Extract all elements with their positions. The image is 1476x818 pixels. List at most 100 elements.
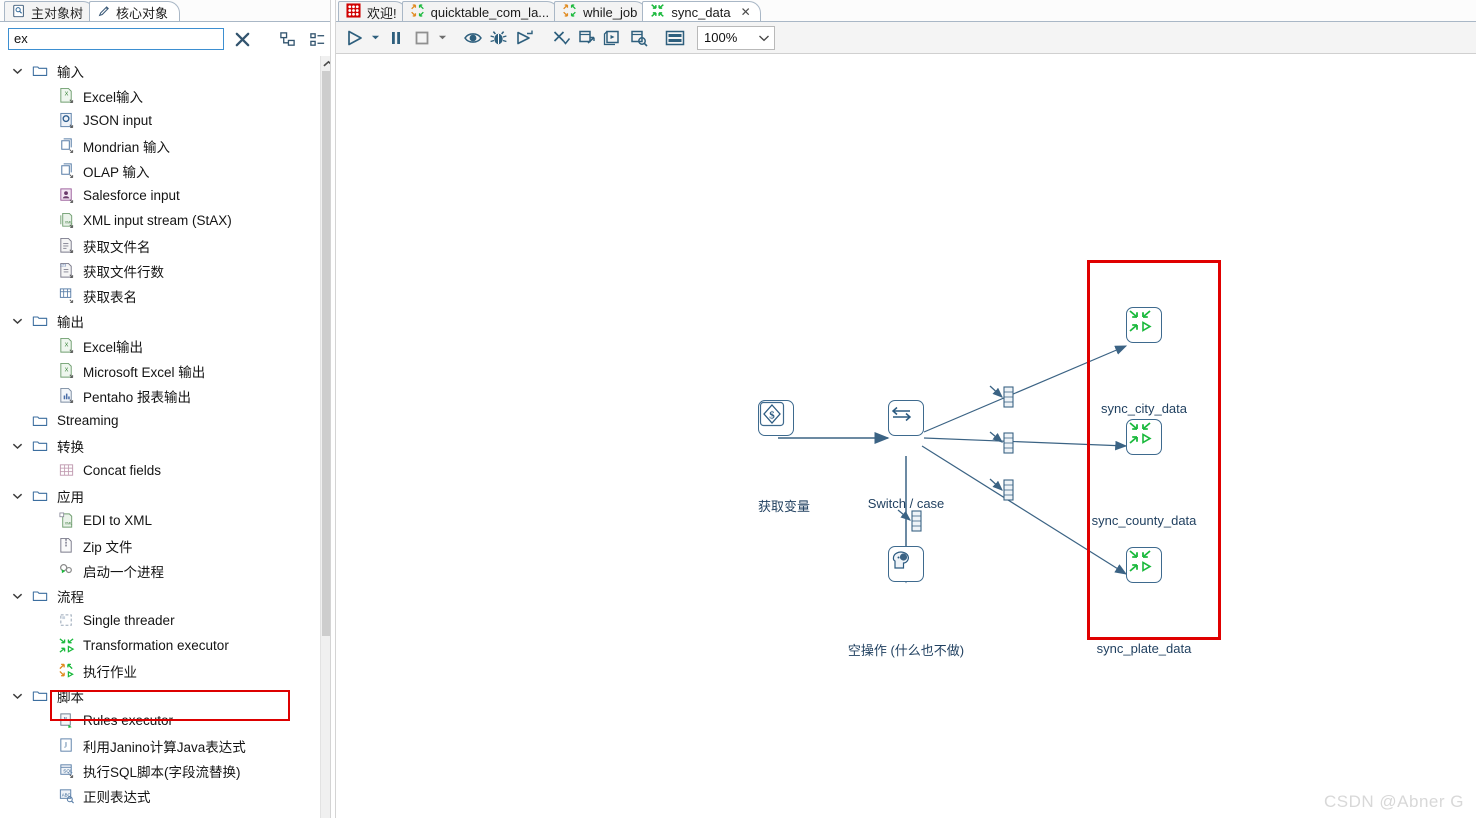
chevron-down-icon	[758, 30, 770, 45]
tree-folder-14[interactable]: Streaming	[0, 408, 312, 433]
tree-folder-0[interactable]: 输入	[0, 58, 312, 83]
tree-folder-label: 脚本	[57, 689, 84, 705]
stop-options-dropdown[interactable]	[435, 25, 449, 51]
tree-item-23[interactable]: Transformation executor	[0, 633, 312, 658]
explore-db-button[interactable]	[626, 25, 651, 51]
hop-rows-icon	[989, 431, 1014, 454]
editor-tab-3[interactable]: sync_data ✕	[642, 1, 761, 22]
tree-item-8[interactable]: 123 获取文件行数	[0, 258, 312, 283]
debug-button[interactable]	[486, 25, 511, 51]
tree-folder-10[interactable]: 输出	[0, 308, 312, 333]
tab-core-objects[interactable]: 核心对象	[89, 1, 181, 22]
tree-folder-21[interactable]: 流程	[0, 583, 312, 608]
tree-item-6[interactable]: XML XML input stream (StAX)	[0, 208, 312, 233]
svg-text:X: X	[64, 342, 68, 348]
chevron-down-icon[interactable]	[6, 483, 28, 508]
tree-folder-label: 输出	[57, 314, 84, 330]
editor-tab-1[interactable]: quicktable_com_la...	[401, 1, 560, 22]
tree-item-19[interactable]: Zip 文件	[0, 533, 312, 558]
editor-tab-2[interactable]: while_job	[554, 1, 648, 22]
tree-folder-17[interactable]: 应用	[0, 483, 312, 508]
tree-item-26[interactable]: R Rules executor	[0, 708, 312, 733]
chevron-down-icon[interactable]	[6, 583, 28, 608]
editor-tab-bar: 欢迎! quicktable_com_la... while_job sync_dat…	[336, 0, 1476, 22]
tree-item-label: Salesforce input	[83, 188, 180, 203]
tree-folder-15[interactable]: 转换	[0, 433, 312, 458]
tree-item-label: 正则表达式	[83, 789, 151, 805]
preview-button[interactable]	[460, 25, 485, 51]
node-get-variables[interactable]: $	[758, 400, 794, 436]
search-input[interactable]: ex	[8, 28, 224, 50]
transformation-icon	[410, 3, 425, 21]
expand-all-button[interactable]	[307, 28, 328, 50]
editor-tab-0[interactable]: 欢迎!	[338, 1, 407, 22]
chevron-down-icon[interactable]	[6, 58, 28, 83]
run-options-dropdown[interactable]	[368, 25, 382, 51]
tree-item-1[interactable]: X Excel输入	[0, 83, 312, 108]
editor-tabs-underline	[336, 21, 1476, 22]
get-file-names-icon	[56, 233, 76, 258]
analyze-impact-button[interactable]	[574, 25, 599, 51]
job-executor-icon	[56, 658, 76, 683]
pause-button[interactable]	[383, 25, 408, 51]
node-switch-case[interactable]	[888, 400, 924, 436]
tree-item-11[interactable]: X Excel输出	[0, 333, 312, 358]
tree-item-20[interactable]: 启动一个进程	[0, 558, 312, 583]
get-sql-button[interactable]	[600, 25, 625, 51]
tree-item-16[interactable]: Concat fields	[0, 458, 312, 483]
svg-text:XML: XML	[64, 521, 72, 525]
check-transformation-icon	[553, 30, 570, 45]
eye-icon	[463, 32, 482, 43]
tree-folder-label: 转换	[57, 439, 84, 455]
tree-item-27[interactable]: J 利用Janino计算Java表达式	[0, 733, 312, 758]
hop-rows-icon	[989, 385, 1014, 408]
tree-item-24[interactable]: 执行作业	[0, 658, 312, 683]
folder-icon	[28, 433, 52, 458]
tree-item-5[interactable]: Salesforce input	[0, 183, 312, 208]
folder-icon	[28, 408, 52, 433]
tree-folder-25[interactable]: 脚本	[0, 683, 312, 708]
tree-item-label: OLAP 输入	[83, 164, 150, 180]
transformation-canvas[interactable]: $ 获取变量 Switch / case 空操作 (什么也不做) sync_ci…	[336, 54, 1476, 818]
collapse-all-button[interactable]	[277, 28, 298, 50]
node-no-operation[interactable]	[888, 546, 924, 582]
tree-item-label: Mondrian 输入	[83, 139, 171, 155]
palette-tree[interactable]: 输入 X Excel输入 JSON input Mondrian 输入 OLAP 输入 Sa…	[0, 56, 336, 818]
editor-tab-label: while_job	[583, 4, 638, 20]
tree-item-label: Rules executor	[83, 713, 174, 728]
palette-search-row: ex	[0, 22, 336, 56]
folder-icon	[28, 583, 52, 608]
verify-button[interactable]	[548, 25, 573, 51]
tree-item-28[interactable]: SQL 执行SQL脚本(字段流替换)	[0, 758, 312, 783]
editor-tab-label: 欢迎!	[367, 5, 397, 21]
edi-to-xml-icon: XML	[56, 508, 76, 533]
tree-item-7[interactable]: 获取文件名	[0, 233, 312, 258]
clear-x-icon	[235, 32, 250, 46]
show-grid-button[interactable]	[662, 25, 687, 51]
janino-expression-icon: J	[56, 733, 76, 758]
chevron-down-icon[interactable]	[6, 308, 28, 333]
chevron-down-icon[interactable]	[6, 683, 28, 708]
tab-main-object-tree[interactable]: 主对象树	[4, 1, 96, 22]
transformation-editor: 欢迎! quicktable_com_la... while_job sync_dat…	[336, 0, 1476, 818]
chevron-down-icon[interactable]	[6, 433, 28, 458]
tree-item-2[interactable]: JSON input	[0, 108, 312, 133]
run-button[interactable]	[342, 25, 367, 51]
tree-item-9[interactable]: 获取表名	[0, 283, 312, 308]
regex-eval-icon: ABC	[56, 783, 76, 808]
tree-item-12[interactable]: X Microsoft Excel 输出	[0, 358, 312, 383]
tree-item-13[interactable]: Pentaho 报表输出	[0, 383, 312, 408]
chevron-right-icon[interactable]	[6, 408, 28, 433]
zoom-level-combobox[interactable]: 100%	[697, 25, 775, 50]
clear-search-button[interactable]	[232, 28, 253, 50]
stop-button[interactable]	[409, 25, 434, 51]
tree-item-4[interactable]: OLAP 输入	[0, 158, 312, 183]
tree-item-22[interactable]: Single threader	[0, 608, 312, 633]
close-icon[interactable]: ✕	[741, 5, 751, 19]
tree-item-29[interactable]: ABC 正则表达式	[0, 783, 312, 808]
tree-item-18[interactable]: XML EDI to XML	[0, 508, 312, 533]
node-sync-plate-data-label: sync_plate_data	[1096, 641, 1192, 656]
tree-item-3[interactable]: Mondrian 输入	[0, 133, 312, 158]
replay-button[interactable]	[512, 25, 537, 51]
design-palette-panel: 主对象树 核心对象 ex 输入 X Excel输入 JSON input Mon…	[0, 0, 336, 818]
